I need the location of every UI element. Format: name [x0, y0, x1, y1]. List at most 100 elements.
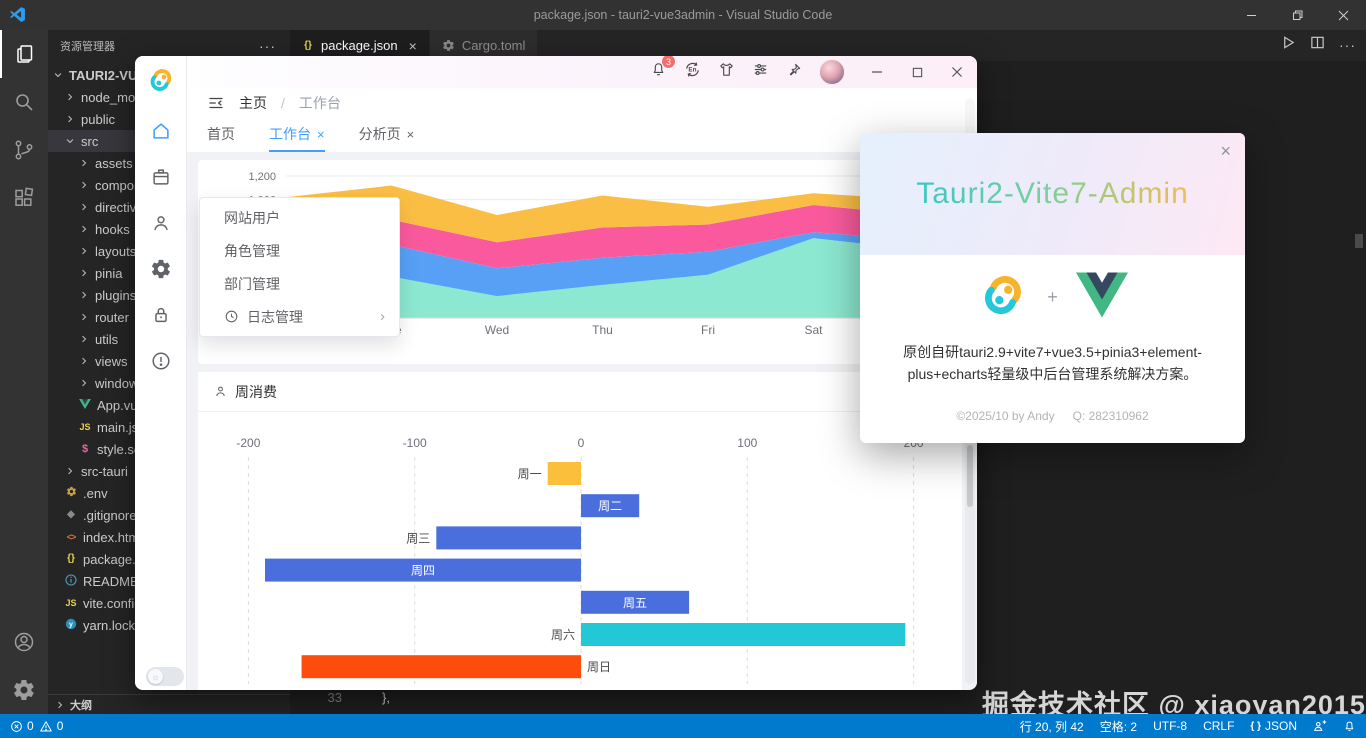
- account-icon[interactable]: [0, 618, 48, 666]
- tree-item-label: utils: [95, 332, 118, 347]
- app-titlebar: 3 En: [187, 56, 977, 88]
- alert-icon[interactable]: [150, 350, 172, 372]
- tree-item-label: main.js: [97, 420, 138, 435]
- clock-icon: [224, 309, 239, 324]
- app-scrollbar-thumb[interactable]: [967, 445, 973, 507]
- svg-text:周日: 周日: [587, 660, 611, 674]
- about-copyright: ©2025/10 by Andy: [956, 409, 1054, 423]
- settings-sliders-icon[interactable]: [752, 61, 769, 83]
- svg-text:1,200: 1,200: [248, 171, 276, 183]
- window-title: package.json - tauri2-vue3admin - Visual…: [0, 0, 1366, 30]
- app-tab-工作台[interactable]: 工作台×: [269, 118, 325, 152]
- chevron-right-icon: [78, 202, 90, 212]
- extensions-icon[interactable]: [0, 174, 48, 222]
- theme-shirt-icon[interactable]: [718, 61, 735, 83]
- breadcrumb-home[interactable]: 主页: [239, 93, 267, 113]
- svg-text:Thu: Thu: [592, 323, 613, 337]
- window-close-icon[interactable]: [1320, 0, 1366, 30]
- user-avatar[interactable]: [819, 59, 845, 85]
- search-icon[interactable]: [0, 78, 48, 126]
- svg-text:周二: 周二: [598, 499, 622, 513]
- language-icon[interactable]: En: [684, 61, 701, 83]
- gear-icon[interactable]: [150, 258, 172, 280]
- eol-sequence[interactable]: CRLF: [1203, 719, 1234, 733]
- window-restore-icon[interactable]: [1274, 0, 1320, 30]
- storage-box-icon[interactable]: [150, 166, 172, 188]
- menu-item-角色管理[interactable]: 角色管理: [200, 234, 399, 267]
- tree-item-label: hooks: [95, 222, 130, 237]
- tree-item-label: router: [95, 310, 129, 325]
- statusbar-bell-icon[interactable]: [1343, 720, 1356, 733]
- vscode-activity-bar: [0, 30, 48, 714]
- chevron-right-icon: [78, 158, 90, 168]
- encoding[interactable]: UTF-8: [1153, 719, 1187, 733]
- home-icon[interactable]: [150, 120, 172, 142]
- more-actions-icon[interactable]: ···: [1339, 37, 1356, 53]
- explorer-icon[interactable]: [0, 30, 48, 78]
- code-text: },: [382, 690, 390, 705]
- tree-item-label: src: [81, 134, 98, 149]
- chevron-right-icon: [78, 268, 90, 278]
- run-icon[interactable]: [1281, 35, 1296, 55]
- tab-close-icon[interactable]: ×: [409, 38, 417, 54]
- chevron-right-icon: [78, 246, 90, 256]
- app-minimize-icon[interactable]: [857, 56, 897, 88]
- svg-text:0: 0: [578, 436, 585, 450]
- screen: package.json - tauri2-vue3admin - Visual…: [0, 0, 1366, 738]
- chevron-down-icon: [52, 70, 64, 80]
- tree-item-label: yarn.lock: [83, 618, 135, 633]
- dropdown-menu: 网站用户角色管理部门管理日志管理›: [199, 197, 400, 337]
- app-tab-分析页[interactable]: 分析页×: [359, 118, 415, 152]
- editor-scrollbar-thumb[interactable]: [1355, 234, 1363, 248]
- bar-chart: -200-1000100200周一周二周三周四周五周六周日: [198, 372, 962, 690]
- pin-icon[interactable]: [786, 62, 802, 83]
- menu-item-网站用户[interactable]: 网站用户: [200, 201, 399, 234]
- code-line[interactable]: 33 },: [320, 690, 390, 705]
- tree-item-label: layouts: [95, 244, 136, 259]
- lock-icon[interactable]: [150, 304, 172, 326]
- chevron-right-icon: [78, 224, 90, 234]
- tab-close-icon[interactable]: ×: [317, 127, 325, 142]
- svg-text:周三: 周三: [406, 531, 430, 545]
- app-maximize-icon[interactable]: [897, 56, 937, 88]
- tree-item-label: pinia: [95, 266, 122, 281]
- explorer-title: 资源管理器: [60, 38, 115, 54]
- explorer-more-actions-icon[interactable]: ···: [259, 38, 276, 54]
- chevron-right-icon: [78, 356, 90, 366]
- feedback-icon[interactable]: [1313, 719, 1327, 733]
- chevron-right-icon: [78, 290, 90, 300]
- menu-item-日志管理[interactable]: 日志管理›: [200, 300, 399, 333]
- tree-item-label: src-tauri: [81, 464, 128, 479]
- breadcrumb-current: 工作台: [299, 93, 341, 113]
- app-tab-首页[interactable]: 首页: [207, 118, 235, 152]
- about-description: 原创自研tauri2.9+vite7+vue3.5+pinia3+element…: [886, 342, 1219, 385]
- cursor-position[interactable]: 行 20, 列 42: [1020, 718, 1084, 735]
- about-dialog: Tauri2-Vite7-Admin × + 原创自研tauri2.9: [860, 133, 1245, 443]
- menu-item-部门管理[interactable]: 部门管理: [200, 267, 399, 300]
- source-control-icon[interactable]: [0, 126, 48, 174]
- chevron-right-icon: [78, 378, 90, 388]
- tauri-app-window: 3 En: [135, 56, 977, 690]
- indentation[interactable]: 空格: 2: [1100, 718, 1137, 735]
- chevron-right-icon: [54, 700, 66, 710]
- language-mode[interactable]: { }JSON: [1250, 719, 1297, 733]
- notification-bell-icon[interactable]: 3: [650, 61, 667, 83]
- svg-text:周五: 周五: [623, 596, 647, 610]
- app-close-icon[interactable]: [937, 56, 977, 88]
- tree-item-label: views: [95, 354, 128, 369]
- settings-gear-icon[interactable]: [0, 666, 48, 714]
- tab-close-icon[interactable]: ×: [407, 127, 415, 142]
- window-minimize-icon[interactable]: [1228, 0, 1274, 30]
- chevron-right-icon: [64, 114, 76, 124]
- user-icon[interactable]: [150, 212, 172, 234]
- split-editor-icon[interactable]: [1310, 35, 1325, 55]
- svg-text:Fri: Fri: [701, 323, 715, 337]
- dialog-close-icon[interactable]: ×: [1220, 141, 1231, 162]
- sidebar-fold-icon[interactable]: [207, 94, 225, 112]
- dark-mode-toggle[interactable]: ☼: [146, 667, 184, 686]
- svg-text:En: En: [688, 67, 696, 74]
- svg-text:y: y: [69, 621, 73, 628]
- outline-section[interactable]: 大纲: [48, 694, 290, 714]
- errors-indicator[interactable]: 0: [10, 719, 34, 733]
- warnings-indicator[interactable]: 0: [39, 719, 64, 733]
